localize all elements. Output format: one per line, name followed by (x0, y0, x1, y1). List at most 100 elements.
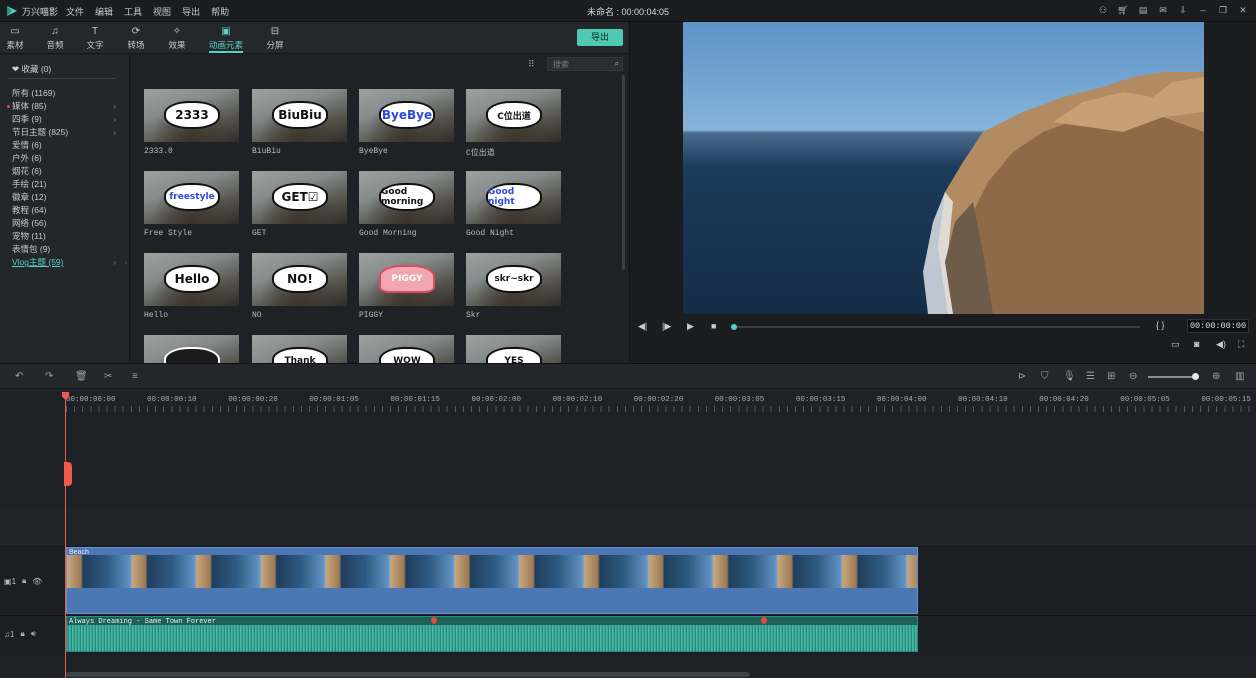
element-card[interactable]: 2333 2333.0 (144, 89, 240, 159)
element-card[interactable]: freestyle Free Style (144, 171, 240, 241)
element-card[interactable]: C位出道 C位出道 (466, 89, 562, 159)
playback-progress[interactable] (731, 324, 1140, 330)
beat-marker[interactable] (761, 617, 767, 624)
export-button[interactable]: 导出 (577, 29, 623, 46)
ruler-label: 00:00:02:00 (471, 396, 522, 404)
element-card[interactable]: PIGGY PIGGY (359, 253, 455, 323)
fullscreen-icon[interactable]: ⛶ (1238, 339, 1244, 350)
mixer-icon[interactable]: ☰ (1086, 371, 1095, 382)
download-icon[interactable]: ⇩ (1178, 4, 1188, 16)
category-item[interactable]: 宠物 (11) (12, 230, 120, 243)
play-icon[interactable]: ▶ (687, 321, 694, 332)
audio-clip[interactable]: Always Dreaming - Same Town Forever (66, 616, 918, 652)
menu-file[interactable]: 文件 (66, 5, 84, 18)
speaker-icon[interactable]: 🔊︎ (31, 629, 36, 639)
undo-icon[interactable]: ↶ (15, 371, 23, 382)
menu-edit[interactable]: 编辑 (95, 5, 113, 18)
timeline-scrollbar[interactable] (66, 672, 750, 677)
category-item[interactable]: 烟花 (6) (12, 165, 120, 178)
tab-transitions[interactable]: ⟳ 转场 (118, 26, 154, 51)
category-item[interactable]: 媒体 (85) › (7, 100, 120, 113)
element-card[interactable]: BiuBiu BiuBiu (252, 89, 348, 159)
progress-knob[interactable] (731, 324, 737, 330)
category-item[interactable]: 表情包 (9) (12, 243, 120, 256)
grid-scrollbar[interactable] (622, 75, 625, 270)
render-icon[interactable]: ⊳ (1018, 371, 1026, 382)
adjust-icon[interactable]: ≡ (132, 371, 138, 382)
panel-toggle-icon[interactable]: ▥ (1235, 371, 1244, 382)
video-clip[interactable]: Beach (66, 547, 918, 614)
snap-icon[interactable]: ⊞ (1107, 371, 1115, 382)
prev-frame-icon[interactable]: ◀︎| (638, 321, 647, 332)
mic-icon[interactable]: 🎙︎ (1063, 371, 1076, 382)
category-item[interactable]: 教程 (64) (12, 204, 120, 217)
snapshot-icon[interactable]: ◙ (1194, 339, 1199, 349)
tab-text[interactable]: T 文字 (77, 26, 113, 51)
element-card[interactable]: Good morning Good Morning (359, 171, 455, 241)
lock-icon[interactable]: 🔒︎ (20, 629, 24, 639)
mail-icon[interactable]: ✉ (1158, 4, 1168, 16)
time-ruler[interactable]: 00:00:00:00 00:00:00:10 00:00:00:20 00:00:0… (0, 390, 1256, 412)
account-icon[interactable]: ⚇ (1098, 4, 1108, 16)
next-frame-icon[interactable]: |▶︎ (662, 321, 671, 332)
display-icon[interactable]: ▭ (1171, 339, 1180, 350)
close-icon[interactable]: ✕ (1238, 4, 1248, 16)
search-icon[interactable]: ⌕ (615, 59, 619, 69)
save-icon[interactable]: ▤ (1138, 4, 1148, 16)
zoom-slider[interactable] (1148, 373, 1199, 380)
lock-icon[interactable]: 🔒︎ (22, 576, 26, 586)
category-item[interactable]: 徽章 (12) (12, 191, 120, 204)
element-caption: C位出道 (466, 149, 495, 158)
zoom-knob[interactable] (1192, 373, 1199, 380)
stop-icon[interactable]: ■ (711, 321, 716, 331)
element-card[interactable]: skr~skr Skr (466, 253, 562, 323)
category-item[interactable]: 手绘 (21) (12, 178, 120, 191)
element-caption: 2333.0 (144, 147, 173, 156)
volume-icon[interactable]: ◀︎) (1216, 339, 1226, 350)
category-item[interactable]: 节日主题 (825) › (12, 126, 120, 139)
category-item-selected[interactable]: Vlog主题 (59) › (12, 256, 120, 269)
zoom-in-icon[interactable]: ⊕ (1212, 371, 1220, 382)
category-item[interactable]: 四季 (9) › (12, 113, 120, 126)
empty-track-area[interactable] (0, 412, 1256, 508)
element-card[interactable]: Hello Hello (144, 253, 240, 323)
eye-icon[interactable]: 👁︎ (32, 577, 42, 586)
tab-elements[interactable]: ▣ 动画元素 (207, 26, 245, 53)
menu-view[interactable]: 视图 (153, 5, 171, 18)
tab-effects[interactable]: ✧ 效果 (159, 26, 195, 51)
menu-export[interactable]: 导出 (182, 5, 200, 18)
tab-split-screen[interactable]: ⊟ 分屏 (257, 26, 293, 51)
grid-view-icon[interactable]: ⠿ (528, 59, 535, 70)
category-item[interactable]: 爱情 (6) (12, 139, 120, 152)
element-card[interactable]: NO! NO (252, 253, 348, 323)
beat-marker[interactable] (431, 617, 437, 624)
restore-icon[interactable]: ❐ (1218, 4, 1228, 16)
category-item[interactable]: 户外 (6) (12, 152, 120, 165)
favorites-item[interactable]: ❤ 收藏 (0) (12, 63, 51, 75)
marker-icon[interactable]: ⛉ (1041, 371, 1049, 382)
minimize-icon[interactable]: – (1198, 4, 1208, 16)
cart-icon[interactable]: 🛒︎ (1117, 4, 1128, 16)
cut-icon[interactable]: ✂ (104, 371, 112, 382)
search-input[interactable] (548, 58, 608, 70)
redo-icon[interactable]: ↷ (45, 371, 53, 382)
element-card[interactable]: ByeBye ByeBye (359, 89, 455, 159)
element-caption: Hello (144, 311, 169, 320)
zoom-out-icon[interactable]: ⊖ (1129, 371, 1137, 382)
playhead-grip[interactable] (64, 462, 72, 486)
element-card[interactable]: GET☑ GET (252, 171, 348, 241)
playhead[interactable] (65, 392, 66, 678)
category-item[interactable]: 所有 (1169) (12, 87, 120, 100)
collapse-sidebar-icon[interactable]: ‹ (125, 260, 127, 267)
app-name: 万兴喵影 (22, 7, 59, 17)
tab-audio[interactable]: ♫ 音频 (37, 26, 73, 51)
category-item[interactable]: 网络 (56) (12, 217, 120, 230)
sticker-preview: C位出道 (486, 101, 542, 129)
empty-track-area[interactable] (0, 508, 1256, 546)
mark-in-out-icon[interactable]: { } (1156, 320, 1165, 330)
element-card[interactable]: Good night Good Night (466, 171, 562, 241)
menu-tools[interactable]: 工具 (124, 5, 142, 18)
delete-icon[interactable]: 🗑︎ (75, 371, 88, 382)
tab-media[interactable]: ▭ 素材 (0, 26, 33, 51)
menu-help[interactable]: 帮助 (211, 5, 229, 18)
